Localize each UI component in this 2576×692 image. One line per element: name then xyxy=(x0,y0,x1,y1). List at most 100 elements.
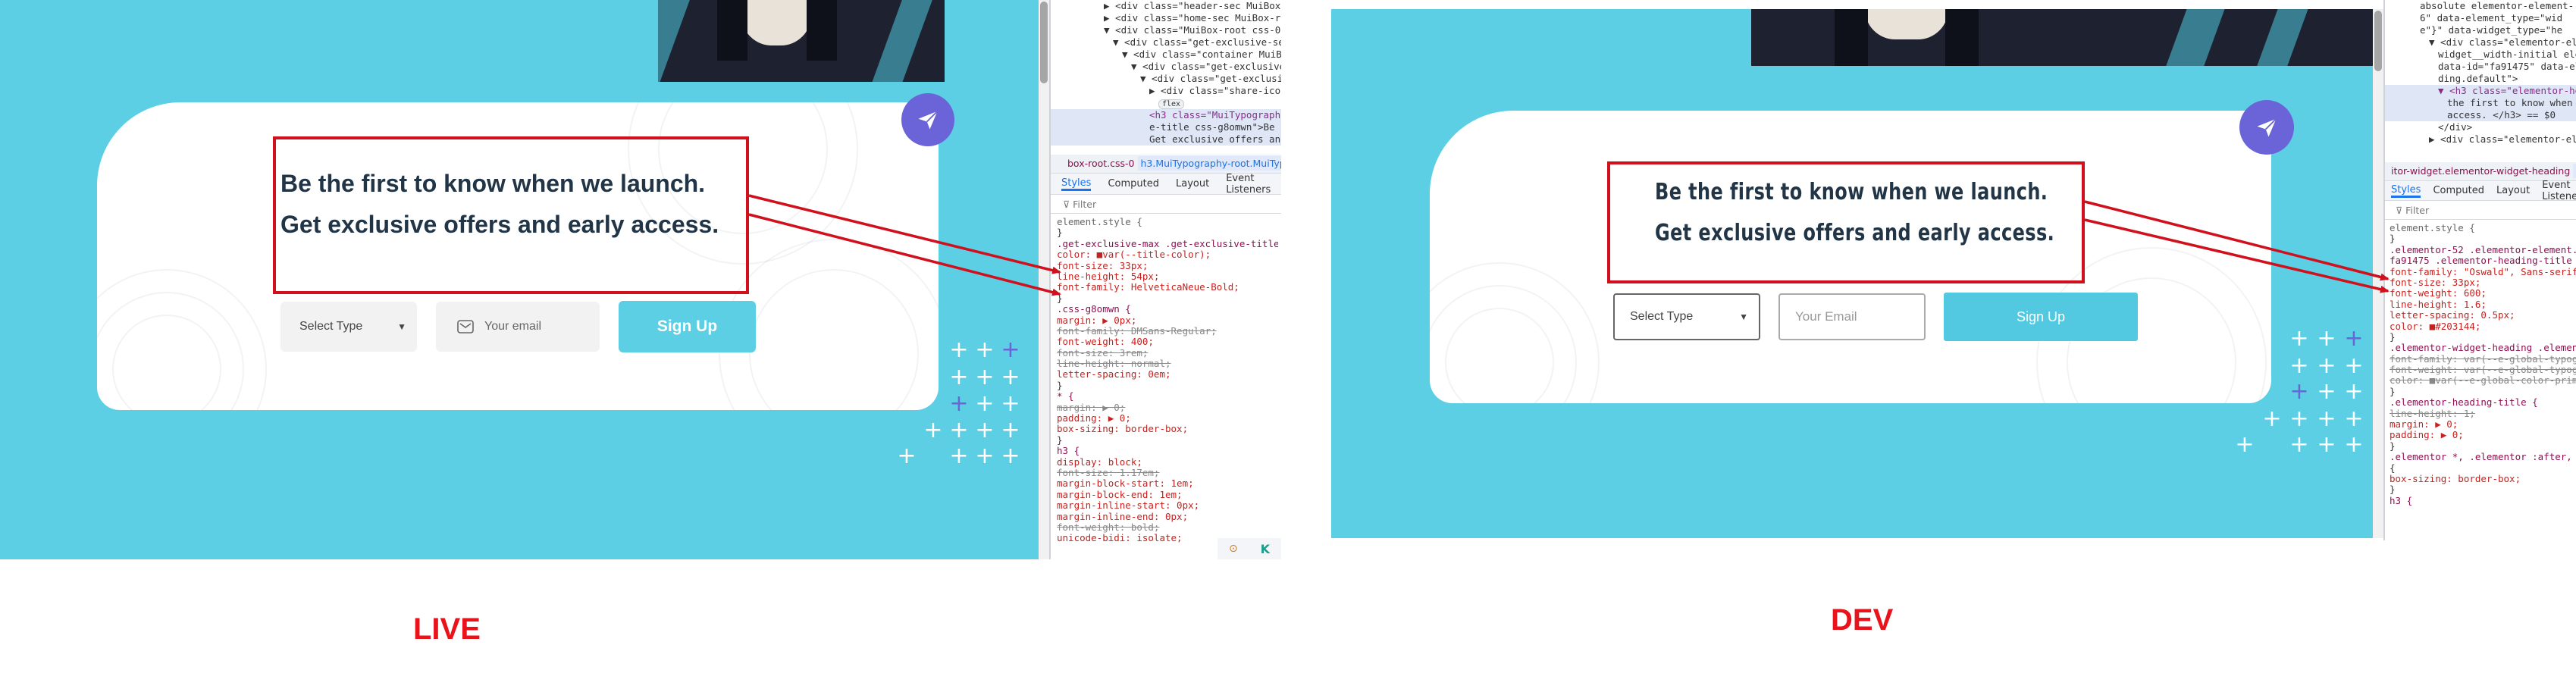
css-declaration[interactable]: margin: ▶ 0px; xyxy=(1057,315,1278,326)
dev-dom-line[interactable]: widget__width-initial ele xyxy=(2385,49,2576,61)
live-breadcrumb-left[interactable]: box-root.css-0 xyxy=(1051,158,1135,169)
css-declaration-overridden[interactable]: margin: ▶ 0; xyxy=(1057,402,1278,413)
live-dom-line-selected[interactable]: Get exclusive offers and xyxy=(1051,133,1281,146)
css-declaration-overridden[interactable]: font-family: var(--e-global-typogra xyxy=(2390,354,2576,365)
css-declaration[interactable]: padding: ▶ 0; xyxy=(1057,413,1278,424)
dev-dom-line[interactable]: ding.default"> xyxy=(2385,73,2576,85)
css-declaration[interactable]: box-sizing: border-box; xyxy=(1057,424,1278,434)
live-breadcrumb-selected[interactable]: h3.MuiTypography-root.MuiTypogr xyxy=(1137,156,1281,171)
dev-dom-line[interactable]: </div> xyxy=(2385,121,2576,133)
dev-share-button[interactable] xyxy=(2239,100,2294,155)
tab-computed[interactable]: Computed xyxy=(1108,178,1159,189)
tab-layout[interactable]: Layout xyxy=(1176,178,1209,189)
tab-styles[interactable]: Styles xyxy=(1061,177,1092,191)
live-dom-line[interactable]: ▶ <div class="home-sec MuiBox-root c xyxy=(1051,12,1281,24)
css-declaration[interactable]: display: block; xyxy=(1057,457,1278,468)
css-declaration-overridden[interactable]: font-weight: var(--e-global-typogra xyxy=(2390,365,2576,375)
live-dom-line-selected[interactable]: e-title css-g8omwn">Be th xyxy=(1051,121,1281,133)
css-declaration[interactable]: padding: ▶ 0; xyxy=(2390,430,2576,440)
dev-breadcrumb-left[interactable]: itor-widget.elementor-widget-heading xyxy=(2385,165,2570,177)
css-declaration[interactable]: line-height: 1.6; xyxy=(2390,299,2576,310)
dev-styles-filter[interactable]: ⊽ Filter xyxy=(2385,202,2576,220)
css-declaration[interactable]: margin: ▶ 0; xyxy=(2390,419,2576,430)
live-styles-filter[interactable]: ⊽ Filter xyxy=(1051,196,1281,214)
live-dom-line[interactable]: ▶ <div class="share-icon-bo xyxy=(1051,85,1281,97)
live-page-scrollbar[interactable] xyxy=(1039,0,1049,559)
dev-dom-line-selected[interactable]: the first to know when w xyxy=(2385,97,2576,109)
css-declaration[interactable]: margin-block-start: 1em; xyxy=(1057,478,1278,489)
tab-styles[interactable]: Styles xyxy=(2391,184,2421,198)
dev-page-scrollbar[interactable] xyxy=(2373,9,2383,538)
dev-breadcrumb-selected[interactable]: h3 xyxy=(2573,164,2576,178)
css-declaration[interactable]: font-weight: 600; xyxy=(2390,288,2576,299)
css-declaration[interactable]: letter-spacing: 0.5px; xyxy=(2390,310,2576,321)
live-dom-line[interactable]: ▼ <div class="get-exclusive- xyxy=(1051,73,1281,85)
css-declaration-overridden[interactable]: color: ■var(--e-global-color-primar xyxy=(2390,375,2576,386)
dev-dom-line-selected[interactable]: ▼ <h3 class="elementor-head xyxy=(2385,85,2576,97)
css-declaration-overridden[interactable]: line-height: normal; xyxy=(1057,359,1278,369)
live-signup-button[interactable]: Sign Up xyxy=(619,301,756,352)
css-declaration[interactable]: font-family: HelveticaNeue-Bold; xyxy=(1057,282,1278,293)
dev-styles-tabs: Styles Computed Layout Event Listeners xyxy=(2385,180,2576,202)
css-declaration-overridden[interactable]: line-height: 1; xyxy=(2390,409,2576,419)
live-email-input[interactable]: Your email xyxy=(436,302,600,352)
dev-dom-line[interactable]: absolute elementor-element- xyxy=(2385,0,2576,12)
css-declaration[interactable]: letter-spacing: 0em; xyxy=(1057,369,1278,380)
css-declaration-overridden[interactable]: font-family: DMSans-Regular; xyxy=(1057,326,1278,337)
css-declaration[interactable]: color: ■var(--title-color); xyxy=(1057,249,1278,260)
css-declaration[interactable]: margin-inline-end: 0px; xyxy=(1057,512,1278,522)
css-declaration[interactable]: font-weight: 400; xyxy=(1057,337,1278,347)
css-rule-line: element.style { xyxy=(1057,217,1142,227)
tab-computed[interactable]: Computed xyxy=(2433,185,2484,196)
live-headline-line-2: Get exclusive offers and early access. xyxy=(280,211,719,238)
live-dom-line-selected[interactable]: <h3 class="MuiTypography- xyxy=(1051,109,1281,121)
css-selector: .elementor-heading-title { xyxy=(2390,397,2538,409)
dev-headline-line-2: Get exclusive offers and early access. xyxy=(1655,220,2055,246)
css-declaration[interactable]: line-height: 54px; xyxy=(1057,271,1278,282)
dev-dom-line[interactable]: ▼ <div class="elementor-ele xyxy=(2385,36,2576,49)
dev-dom-line-selected[interactable]: access. </h3> == $0 xyxy=(2385,109,2576,121)
css-declaration[interactable]: box-sizing: border-box; xyxy=(2390,474,2576,484)
css-declaration-overridden[interactable]: font-weight: bold; xyxy=(1057,522,1278,533)
record-icon[interactable]: ⊙ xyxy=(1229,543,1238,555)
css-selector: h3 { xyxy=(1057,446,1080,457)
dev-signup-button[interactable]: Sign Up xyxy=(1944,293,2138,341)
dev-dom-line[interactable]: data-id="fa91475" data-el xyxy=(2385,61,2576,73)
live-dom-line[interactable]: ▼ <div class="container MuiBox-ro xyxy=(1051,49,1281,61)
css-selector: h3 { xyxy=(2390,495,2413,506)
live-dom-line[interactable]: ▶ <div class="header-sec MuiBox-root xyxy=(1051,0,1281,12)
css-selector: .css-g8omwn { xyxy=(1057,304,1131,315)
css-declaration-overridden[interactable]: font-size: 1.17em; xyxy=(1057,468,1278,478)
tab-event-listeners[interactable]: Event Listeners xyxy=(1226,173,1281,196)
dev-email-placeholder: Your Email xyxy=(1795,309,1857,324)
css-selector: .elementor-widget-heading .elementor-h xyxy=(2390,343,2576,354)
css-declaration-overridden[interactable]: font-size: 3rem; xyxy=(1057,348,1278,359)
live-select-type-dropdown[interactable]: Select Type ▼ xyxy=(280,302,417,352)
css-declaration[interactable]: color: ■#203144; xyxy=(2390,321,2576,332)
css-declaration[interactable]: font-size: 33px; xyxy=(2390,277,2576,288)
live-page-scrollbar-thumb[interactable] xyxy=(1040,2,1048,83)
css-rule-line: } xyxy=(2390,386,2396,397)
dev-dom-line[interactable]: e"}" data-widget_type="he xyxy=(2385,24,2576,36)
tab-layout[interactable]: Layout xyxy=(2496,185,2530,196)
live-share-button[interactable] xyxy=(901,93,954,146)
dev-select-type-dropdown[interactable]: Select Type ▼ xyxy=(1613,293,1760,340)
dev-page-scrollbar-thumb[interactable] xyxy=(2374,11,2382,71)
extension-k-icon[interactable]: K xyxy=(1261,542,1270,556)
css-rule-line: } xyxy=(2390,233,2396,245)
live-dom-line[interactable]: ▼ <div class="get-exclusive-sec Mu xyxy=(1051,36,1281,49)
caret-down-icon: ▼ xyxy=(397,321,406,332)
caret-down-icon: ▼ xyxy=(1739,312,1748,322)
css-rule-line: element.style { xyxy=(2390,223,2475,233)
css-declaration[interactable]: font-size: 33px; xyxy=(1057,261,1278,271)
css-declaration[interactable]: margin-inline-start: 0px; xyxy=(1057,500,1278,511)
live-dom-line[interactable]: ▼ <div class="MuiBox-root css-0" id= xyxy=(1051,24,1281,36)
dev-dom-line[interactable]: ▶ <div class="elementor-ele xyxy=(2385,133,2576,146)
css-declaration[interactable]: font-family: "Oswald", Sans-serif; xyxy=(2390,267,2576,277)
tab-event-listeners[interactable]: Event Listeners xyxy=(2542,180,2576,202)
css-declaration[interactable]: margin-block-end: 1em; xyxy=(1057,490,1278,500)
dev-dom-line[interactable]: 6" data-element_type="wid xyxy=(2385,12,2576,24)
live-email-placeholder: Your email xyxy=(484,320,542,333)
dev-email-input[interactable]: Your Email xyxy=(1778,293,1926,340)
live-dom-line[interactable]: ▼ <div class="get-exclusive-m xyxy=(1051,61,1281,73)
